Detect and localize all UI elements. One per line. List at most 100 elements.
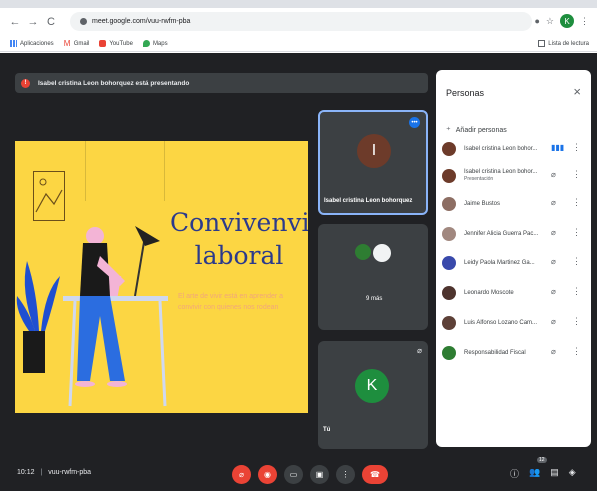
mic-off-icon: ⌀ xyxy=(551,317,556,326)
bookmarks-bar: Aplicaciones M Gmail YouTube Maps Lista d… xyxy=(0,36,597,52)
mic-off-icon: ⌀ xyxy=(551,347,556,356)
illustration-person-at-desk xyxy=(16,226,168,407)
captions-button[interactable]: ▭ xyxy=(284,465,303,484)
present-button[interactable]: ▣ xyxy=(310,465,329,484)
url-text: meet.google.com/vuu-rwfm-pba xyxy=(92,18,191,25)
list-item[interactable]: Jaime Bustos ⌀ ⋮ xyxy=(442,192,587,216)
menu-icon[interactable]: ⋮ xyxy=(580,16,589,27)
participant-name: Leidy Paola Martinez Ga... xyxy=(464,259,535,266)
more-options-icon[interactable]: ⋮ xyxy=(572,286,581,297)
people-panel: Personas × ⁺ Añadir personas Isabel cris… xyxy=(436,70,591,447)
address-bar-row: ← → C meet.google.com/vuu-rwfm-pba ● ☆ K… xyxy=(0,8,597,36)
youtube-icon xyxy=(99,40,107,47)
people-icon[interactable]: 👥 xyxy=(529,467,540,480)
forward-icon[interactable]: → xyxy=(24,13,42,31)
mic-off-icon: ⌀ xyxy=(551,170,556,179)
presenting-banner: ! Isabel cristina Leon bohorquez está pr… xyxy=(15,73,428,93)
reading-list-button[interactable]: Lista de lectura xyxy=(538,40,589,47)
more-options-icon[interactable]: ⋮ xyxy=(572,346,581,357)
presenter-name: Isabel cristina Leon bohorquez xyxy=(324,198,413,204)
avatar xyxy=(442,346,456,360)
speaking-icon: ▮▮▮ xyxy=(551,143,565,152)
avatar xyxy=(442,169,456,183)
more-options-icon[interactable]: ⋮ xyxy=(572,169,581,180)
presenter-avatar: I xyxy=(357,134,391,168)
avatar xyxy=(442,286,456,300)
bookmark-gmail[interactable]: M Gmail xyxy=(63,39,90,48)
participant-thumb-avatar xyxy=(373,244,391,262)
gmail-icon: M xyxy=(63,39,71,48)
tab-strip xyxy=(0,0,597,8)
avatar xyxy=(442,256,456,270)
avatar xyxy=(442,227,456,241)
participant-count-badge: 12 xyxy=(537,457,547,463)
more-participants-tile[interactable]: 9 más xyxy=(318,224,428,330)
add-people-button[interactable]: ⁺ Añadir personas xyxy=(446,125,507,136)
mic-off-icon: ⌀ xyxy=(551,228,556,237)
participant-name: Jaime Bustos xyxy=(464,200,501,207)
more-options-button[interactable]: ⋮ xyxy=(336,465,355,484)
call-controls: ⌀ ◉ ▭ ▣ ⋮ ☎ xyxy=(232,465,388,484)
participant-name: Leonardo Moscote xyxy=(464,289,514,296)
list-item[interactable]: Jennifer Alicia Guerra Pac... ⌀ ⋮ xyxy=(442,222,587,246)
end-call-button[interactable]: ☎ xyxy=(362,465,388,484)
bookmark-maps[interactable]: Maps xyxy=(142,40,168,47)
add-person-icon: ⁺ xyxy=(446,125,451,135)
profile-avatar[interactable]: K xyxy=(560,14,574,28)
more-options-icon[interactable]: ⋮ xyxy=(572,256,581,267)
star-icon[interactable]: ☆ xyxy=(546,16,554,27)
slide-subtitle: El arte de vivir está en aprender a conv… xyxy=(178,293,284,311)
people-panel-title: Personas xyxy=(446,88,485,98)
more-options-icon[interactable]: ⋮ xyxy=(572,142,581,153)
bookmark-apps[interactable]: Aplicaciones xyxy=(10,40,54,47)
list-item[interactable]: Responsabilidad Fiscal ⌀ ⋮ xyxy=(442,341,587,365)
slide-title: Convivenvia laboral xyxy=(170,208,308,270)
more-options-icon[interactable]: ⋮ xyxy=(572,316,581,327)
list-item[interactable]: Leidy Paola Martinez Ga... ⌀ ⋮ xyxy=(442,251,587,275)
browser-tools: ● ☆ K ⋮ xyxy=(534,14,589,28)
self-avatar: K xyxy=(355,369,389,403)
presenting-icon: ! xyxy=(21,78,30,88)
activities-icon[interactable]: ◈ xyxy=(569,467,576,480)
participant-name: Isabel cristina Leon bohor... xyxy=(464,145,538,152)
close-icon[interactable]: × xyxy=(573,84,581,99)
participant-name: Isabel cristina Leon bohor... Presentaci… xyxy=(464,169,544,183)
bookmark-youtube[interactable]: YouTube xyxy=(99,40,133,47)
url-input[interactable]: meet.google.com/vuu-rwfm-pba xyxy=(70,12,532,31)
chat-icon[interactable]: ▤ xyxy=(550,467,559,480)
reload-icon[interactable]: C xyxy=(42,13,60,31)
list-item[interactable]: Leonardo Moscote ⌀ ⋮ xyxy=(442,281,587,305)
camera-icon[interactable]: ● xyxy=(534,16,539,26)
participant-name: Luis Alfonso Lozano Cam... xyxy=(464,319,538,326)
presenter-tile[interactable]: ••• I Isabel cristina Leon bohorquez xyxy=(318,110,428,215)
list-item[interactable]: Isabel cristina Leon bohor... ▮▮▮ ⋮ xyxy=(442,137,587,161)
back-icon[interactable]: ← xyxy=(6,13,24,31)
speaking-indicator-icon: ••• xyxy=(409,117,420,128)
avatar xyxy=(442,197,456,211)
self-label: Tú xyxy=(323,427,331,433)
camera-off-button[interactable]: ◉ xyxy=(258,465,277,484)
info-icon[interactable]: ⓘ xyxy=(510,467,519,480)
list-item[interactable]: Luis Alfonso Lozano Cam... ⌀ ⋮ xyxy=(442,311,587,335)
list-item[interactable]: Isabel cristina Leon bohor... Presentaci… xyxy=(442,164,587,188)
participant-status: Presentación xyxy=(464,176,494,182)
participant-name: Responsabilidad Fiscal xyxy=(464,349,526,356)
more-options-icon[interactable]: ⋮ xyxy=(572,197,581,208)
side-controls: ⓘ 👥 ▤ ◈ xyxy=(510,467,576,480)
mic-off-button[interactable]: ⌀ xyxy=(232,465,251,484)
meeting-controls-bar: 10:12 | vuu-rwfm-pba ⌀ ◉ ▭ ▣ ⋮ ☎ ⓘ 👥 ▤ ◈… xyxy=(0,457,597,491)
mic-off-icon: ⌀ xyxy=(551,287,556,296)
meeting-time: 10:12 xyxy=(17,469,35,476)
more-count-label: 9 más xyxy=(366,296,383,302)
apps-grid-icon xyxy=(10,40,17,47)
mic-off-icon: ⌀ xyxy=(417,346,422,355)
self-tile[interactable]: ⌀ K Tú xyxy=(318,341,428,449)
meeting-info: 10:12 | vuu-rwfm-pba xyxy=(17,469,92,476)
mic-off-icon: ⌀ xyxy=(551,198,556,207)
mic-off-icon: ⌀ xyxy=(551,257,556,266)
meeting-code: vuu-rwfm-pba xyxy=(48,469,92,476)
more-options-icon[interactable]: ⋮ xyxy=(572,227,581,238)
presentation-slide: Convivenvia laboral El arte de vivir est… xyxy=(15,141,308,413)
avatar xyxy=(442,316,456,330)
reading-list-icon xyxy=(538,40,546,47)
